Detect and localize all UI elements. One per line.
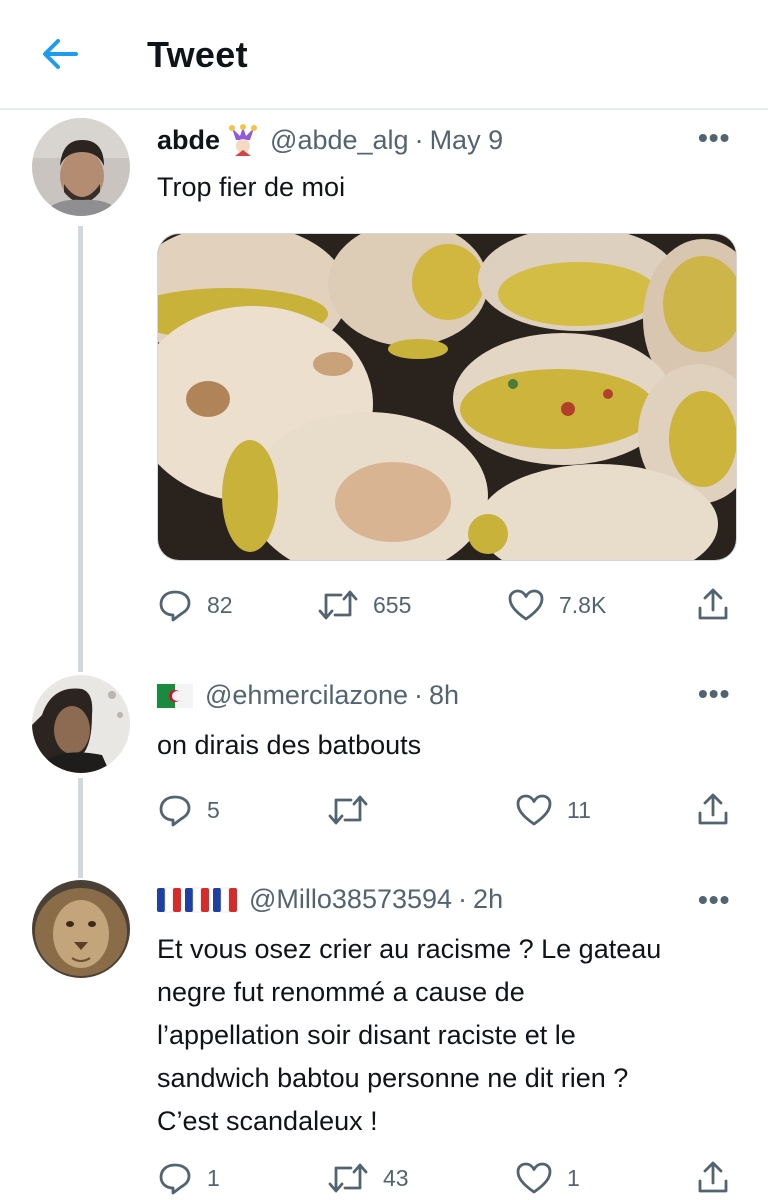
share-icon [698,588,728,620]
tweet-text-line: Et vous osez crier au racisme ? Le gatea… [157,934,662,964]
header-bar: Tweet [0,0,768,110]
share-icon [698,1161,728,1193]
tweet-actions: 1 43 1 [157,1160,737,1200]
like-icon [516,794,552,826]
share-icon [698,793,728,825]
more-icon[interactable]: ••• [698,122,730,154]
like-count: 1 [567,1164,580,1191]
tweet-actions: 5 11 [157,792,737,832]
retweet-icon [318,590,358,620]
separator-dot: · [414,124,424,155]
tweet-meta: @Millo38573594 · 2h [157,884,503,915]
tweet-photo[interactable] [157,233,737,561]
retweet-icon [328,795,368,825]
retweet-count: 655 [373,591,412,618]
tweet-text: on dirais des batbouts [157,730,422,760]
share-button[interactable] [695,792,731,828]
jester-emoji-icon [228,124,258,156]
like-button[interactable]: 7.8K [507,587,606,623]
reply-icon [159,795,191,827]
retweet-button[interactable]: 43 [327,1160,409,1196]
reply-count: 1 [207,1164,220,1191]
tweet-text-line: negre fut renommé a cause de [157,977,525,1007]
share-button[interactable] [695,1160,731,1196]
thread-line [78,226,83,672]
tweet-text: Trop fier de moi [157,172,346,202]
reply-button[interactable]: 1 [157,1160,220,1196]
tweet-text-line: l’appellation soir disant raciste et le [157,1020,576,1050]
more-icon[interactable]: ••• [698,678,730,710]
thread-line [78,778,83,878]
france-flags-icon [157,886,237,914]
avatar[interactable] [32,675,130,773]
avatar[interactable] [32,880,130,978]
reply-count: 82 [207,591,233,618]
display-name[interactable]: abde [157,125,220,156]
retweet-icon [328,1163,368,1193]
user-handle[interactable]: @Millo38573594 [249,884,452,915]
reply-icon [159,1163,191,1195]
reply-button[interactable]: 5 [157,792,220,828]
tweet-meta: abde @abde_alg · May 9 [157,124,503,156]
back-arrow-icon[interactable] [38,34,82,74]
like-button[interactable]: 1 [515,1160,580,1196]
algeria-flag-icon [157,683,193,708]
tweet-text-line: C’est scandaleux ! [157,1106,378,1136]
separator-dot: · [414,680,424,710]
reply-icon [159,590,191,622]
tweet-text-line: sandwich babtou personne ne dit rien ? [157,1063,629,1093]
like-count: 11 [567,796,591,823]
like-count: 7.8K [559,591,607,618]
reply-count: 5 [207,796,220,823]
tweet-meta: @ehmercilazone · 8h [157,680,459,711]
like-icon [516,1162,552,1194]
separator-dot: · [458,884,468,914]
tweet-date[interactable]: 8h [429,680,459,711]
user-handle[interactable]: @ehmercilazone [205,680,408,711]
share-button[interactable] [695,587,731,623]
tweet-date[interactable]: May 9 [430,125,504,156]
like-button[interactable]: 11 [515,792,591,828]
tweet-date[interactable]: 2h [473,884,503,915]
like-icon [508,589,544,621]
retweet-count: 43 [383,1164,409,1191]
tweet-actions: 82 655 7.8K [157,587,737,627]
reply-button[interactable]: 82 [157,587,233,623]
user-handle[interactable]: @abde_alg [270,125,409,156]
avatar[interactable] [32,118,130,216]
retweet-button[interactable]: 655 [317,587,411,623]
retweet-button[interactable] [327,792,369,828]
tweet-text: Et vous osez crier au racisme ? Le gatea… [157,928,737,1143]
more-icon[interactable]: ••• [698,884,730,916]
page-title: Tweet [147,34,248,75]
